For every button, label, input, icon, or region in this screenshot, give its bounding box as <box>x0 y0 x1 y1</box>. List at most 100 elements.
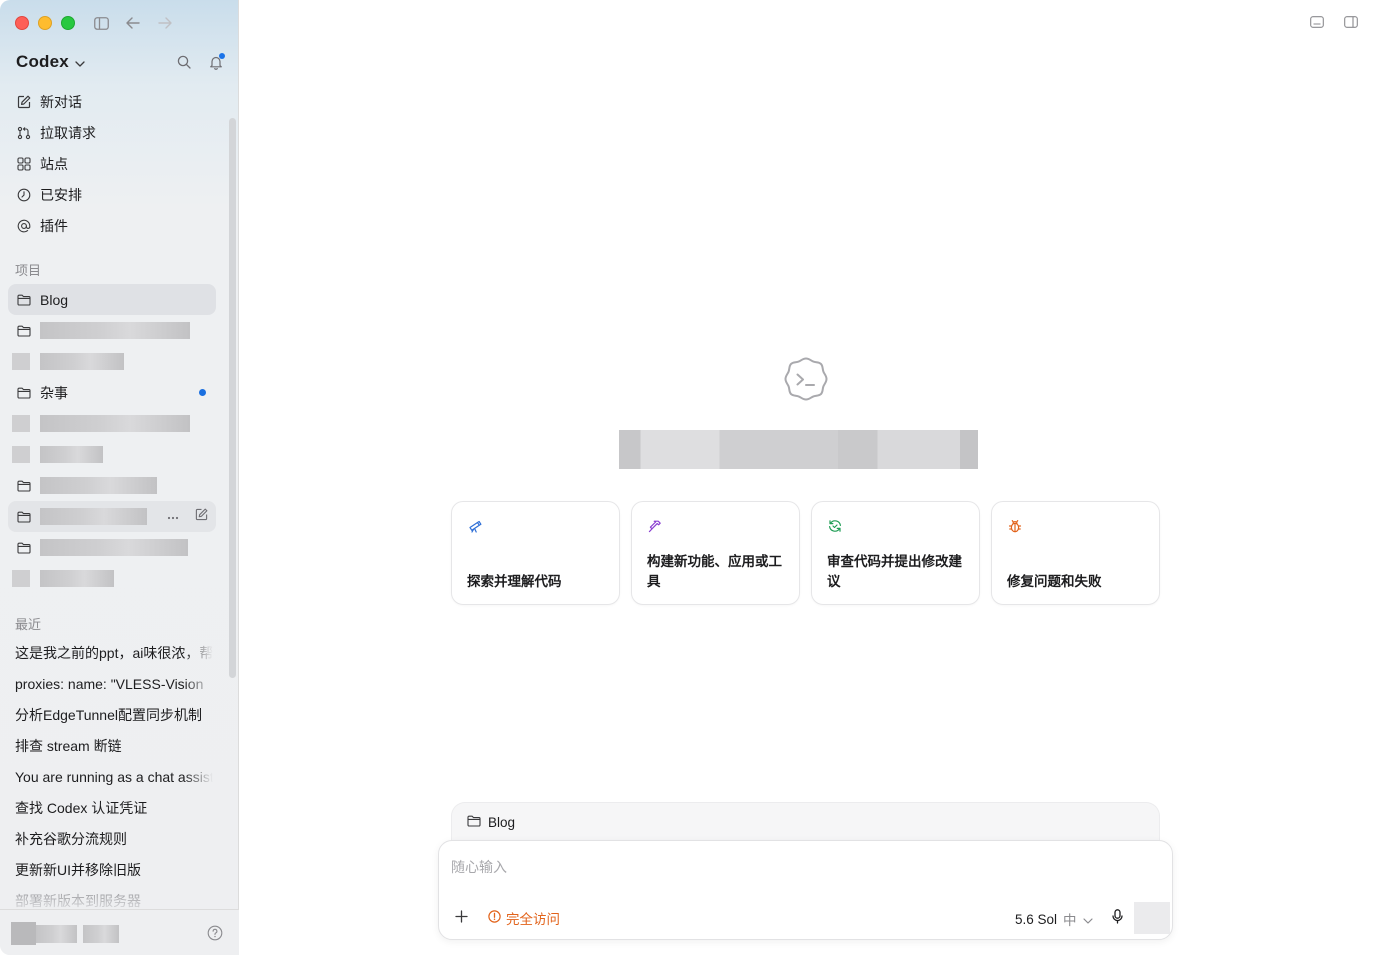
recent-item[interactable]: 排查 stream 断链 <box>8 730 214 761</box>
card-label: 审查代码并提出修改建议 <box>827 554 962 589</box>
suggestion-card-fix[interactable]: 修复问题和失败 <box>991 501 1160 605</box>
project-label: 杂事 <box>40 384 68 401</box>
model-selector[interactable]: 5.6 Sol 中 <box>1015 909 1093 929</box>
projects-section-label: 项目 <box>15 263 42 278</box>
redacted-text <box>40 322 190 339</box>
nav-label: 插件 <box>40 217 68 234</box>
card-label: 构建新功能、应用或工具 <box>647 554 782 589</box>
folder-icon <box>16 478 32 494</box>
project-item[interactable] <box>8 408 216 439</box>
more-icon[interactable] <box>167 509 179 523</box>
suggestion-card-explore[interactable]: 探索并理解代码 <box>451 501 620 605</box>
help-icon[interactable] <box>207 925 223 941</box>
side-panel-icon[interactable] <box>1343 14 1359 30</box>
recent-section-label: 最近 <box>15 617 42 632</box>
row-actions <box>167 508 208 524</box>
brand-name: Codex <box>16 52 69 71</box>
folder-icon <box>16 385 32 401</box>
hammer-icon <box>647 518 663 534</box>
suggestion-card-review[interactable]: 审查代码并提出修改建议 <box>811 501 980 605</box>
project-name: Blog <box>488 815 516 830</box>
card-label: 探索并理解代码 <box>467 574 562 589</box>
clock-icon <box>16 187 32 203</box>
redacted-icon <box>12 415 30 432</box>
recent-item[interactable]: 查找 Codex 认证凭证 <box>8 792 214 823</box>
bell-icon[interactable] <box>207 53 225 71</box>
redacted-icon <box>12 446 30 463</box>
composer: 随心输入 完全访问 5.6 Sol 中 <box>438 840 1173 940</box>
back-arrow-icon[interactable] <box>124 14 142 32</box>
recent-item[interactable]: 这是我之前的ppt，ai味很浓，帮 <box>8 637 214 668</box>
redacted-text <box>36 924 77 943</box>
nav-label: 站点 <box>40 155 68 172</box>
avatar <box>11 922 36 945</box>
minimize-window-button[interactable] <box>38 16 52 30</box>
close-window-button[interactable] <box>15 16 29 30</box>
project-item[interactable] <box>8 532 216 563</box>
account-button[interactable] <box>11 922 119 945</box>
zoom-window-button[interactable] <box>61 16 75 30</box>
recent-item[interactable]: 补充谷歌分流规则 <box>8 823 214 854</box>
bug-icon <box>1007 518 1023 534</box>
redacted-icon <box>12 353 30 370</box>
folder-icon <box>467 815 481 830</box>
redacted-text <box>40 477 157 494</box>
project-item[interactable] <box>8 470 216 501</box>
project-label: Blog <box>40 291 69 308</box>
sidebar-scrollbar[interactable] <box>229 118 236 678</box>
project-item[interactable] <box>8 501 216 532</box>
toolbar <box>92 14 174 32</box>
warning-icon <box>488 910 501 926</box>
review-icon <box>827 518 843 534</box>
card-label: 修复问题和失败 <box>1007 574 1102 589</box>
microphone-icon[interactable] <box>1109 908 1125 924</box>
sidebar-footer <box>0 909 239 955</box>
project-item[interactable] <box>8 563 216 594</box>
terminal-panel-icon[interactable] <box>1309 14 1325 30</box>
project-item-blog[interactable]: Blog <box>8 284 216 315</box>
project-item-misc[interactable]: 杂事 <box>8 377 216 408</box>
project-list: Blog 杂事 <box>8 284 216 594</box>
nav-sites[interactable]: 站点 <box>8 148 216 179</box>
nav-label: 新对话 <box>40 93 82 110</box>
redacted-text <box>40 446 103 463</box>
recent-list: 这是我之前的ppt，ai味很浓，帮 proxies: name: "VLESS-… <box>8 637 214 916</box>
project-item[interactable] <box>8 346 216 377</box>
pull-request-icon <box>16 125 32 141</box>
nav-plugins[interactable]: 插件 <box>8 210 216 241</box>
nav-scheduled[interactable]: 已安排 <box>8 179 216 210</box>
nav-new-chat[interactable]: 新对话 <box>8 86 216 117</box>
folder-icon <box>16 509 32 525</box>
compose-icon[interactable] <box>195 508 208 524</box>
chevron-down-icon <box>1082 912 1093 927</box>
recent-item[interactable]: 分析EdgeTunnel配置同步机制 <box>8 699 214 730</box>
app-window: Codex 新对话 拉取请求 站点 已安排 插件 项目 Blog 杂事 最近 这… <box>0 0 1373 955</box>
recent-item[interactable]: You are running as a chat assistant <box>8 761 214 792</box>
redacted-text <box>40 570 114 587</box>
forward-arrow-icon[interactable] <box>156 14 174 32</box>
workspace-switcher[interactable]: Codex <box>16 52 85 72</box>
chevron-down-icon <box>75 54 85 70</box>
sidebar-actions <box>175 53 225 71</box>
project-item[interactable] <box>8 439 216 470</box>
suggestion-card-build[interactable]: 构建新功能、应用或工具 <box>631 501 800 605</box>
redacted-text <box>40 353 124 370</box>
nav-label: 已安排 <box>40 186 82 203</box>
prompt-input[interactable]: 随心输入 <box>451 857 507 877</box>
sites-icon <box>16 156 32 172</box>
access-label: 完全访问 <box>506 912 560 927</box>
add-attachment-icon[interactable] <box>453 908 469 924</box>
project-item[interactable] <box>8 315 216 346</box>
unread-dot <box>199 389 206 396</box>
recent-item[interactable]: 更新新UI并移除旧版 <box>8 854 214 885</box>
recent-item[interactable]: proxies: name: "VLESS-Vision <box>8 668 214 699</box>
access-mode-button[interactable]: 完全访问 <box>488 908 560 928</box>
nav-label: 拉取请求 <box>40 124 96 141</box>
telescope-icon <box>467 518 483 534</box>
search-icon[interactable] <box>175 53 193 71</box>
codex-logo-icon <box>781 355 831 405</box>
send-button[interactable] <box>1134 902 1170 934</box>
redacted-text <box>40 539 188 556</box>
sidebar-toggle-icon[interactable] <box>92 14 110 32</box>
nav-pull-requests[interactable]: 拉取请求 <box>8 117 216 148</box>
